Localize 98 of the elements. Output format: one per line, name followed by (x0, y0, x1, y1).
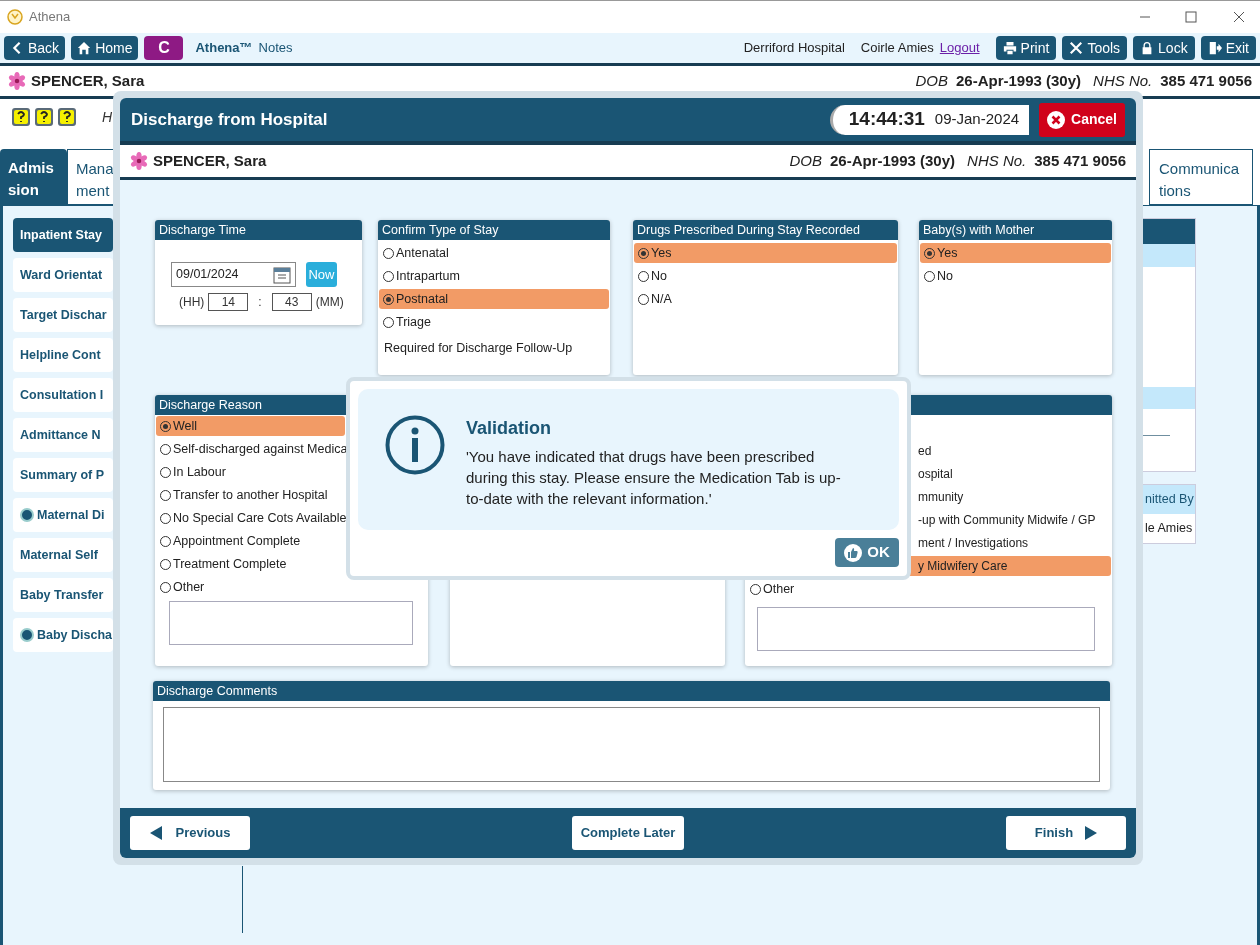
question-icon[interactable] (34, 107, 54, 127)
panel-header: Discharge Time (155, 220, 362, 240)
info-icon (385, 415, 445, 475)
nhs-label: NHS No. (1093, 70, 1153, 91)
radio-option[interactable]: N/A (634, 289, 897, 309)
radio-option[interactable]: Appointment Complete (156, 531, 345, 551)
dob-label: DOB (915, 70, 948, 91)
previous-button[interactable]: Previous (130, 816, 250, 850)
nhs-value: 385 471 9056 (1160, 70, 1252, 91)
sidebar-item[interactable]: Consultation I (13, 378, 113, 412)
popup-title: Validation (466, 417, 553, 440)
maximize-icon[interactable] (1185, 11, 1197, 23)
sidebar-item[interactable]: Baby Discha (13, 618, 113, 652)
radio-option[interactable]: Postnatal (379, 289, 609, 309)
radio-option[interactable]: Transfer to another Hospital (156, 485, 345, 505)
panel-header: Drugs Prescribed During Stay Recorded (633, 220, 898, 240)
comments-field[interactable] (163, 707, 1100, 782)
app-name: Athena™ (195, 39, 253, 58)
patient-name: SPENCER, Sara (31, 70, 145, 91)
sidebar-item[interactable]: Summary of P (13, 458, 113, 492)
radio-option[interactable]: In Labour (156, 462, 345, 482)
sidebar-item[interactable]: Helpline Cont (13, 338, 113, 372)
question-icon[interactable] (11, 107, 31, 127)
hours-field[interactable]: 14 (208, 293, 249, 311)
other-reason-field[interactable] (169, 601, 413, 645)
note-text: Required for Discharge Follow-Up (384, 340, 574, 357)
toolbar-button[interactable]: Print (995, 36, 1057, 60)
radio-option[interactable]: Other (156, 577, 345, 597)
sidebar-item[interactable]: Inpatient Stay (13, 218, 113, 252)
question-icon[interactable] (57, 107, 77, 127)
app-logo-icon (7, 9, 23, 25)
tab[interactable]: Admis sion (0, 149, 67, 205)
table-cell-text: le Amies (1144, 520, 1194, 537)
dob-value: 26-Apr-1993 (30y) (830, 150, 956, 171)
close-icon (1047, 110, 1066, 129)
clock-display: 14:44:31 09-Jan-2024 (829, 104, 1030, 135)
dob-label: DOB (789, 150, 822, 171)
alert-text: H (102, 108, 113, 127)
tab[interactable]: Communica tions (1149, 149, 1253, 205)
app-subtitle: Notes (258, 39, 293, 58)
toolbar-button[interactable]: Tools (1062, 36, 1128, 60)
close-icon[interactable] (1233, 11, 1245, 23)
flower-icon (130, 152, 148, 170)
radio-option[interactable]: Antenatal (379, 243, 609, 263)
thumbs-up-icon (844, 543, 863, 562)
other-follow-up-field[interactable] (757, 607, 1095, 651)
radio-option[interactable]: No (634, 266, 897, 286)
c-badge-button[interactable]: C (144, 36, 184, 60)
exit-icon (1207, 41, 1222, 55)
radio-option[interactable]: No Special Care Cots Available (156, 508, 345, 528)
minutes-field[interactable]: 43 (271, 293, 312, 311)
user-name: Coirle Amies (860, 39, 934, 58)
window-title: Athena (29, 8, 71, 27)
toolbar-button[interactable]: Exit (1200, 36, 1256, 60)
radio-option[interactable]: Well (156, 416, 345, 436)
calendar-icon[interactable] (273, 265, 291, 284)
sidebar-item[interactable]: Ward Orientat (13, 258, 113, 292)
nhs-label: NHS No. (967, 150, 1027, 171)
minutes-label: (MM) (315, 294, 344, 311)
nhs-value: 385 471 9056 (1034, 150, 1126, 171)
sidebar-item[interactable]: Baby Transfer (13, 578, 113, 612)
panel-header: Confirm Type of Stay (378, 220, 610, 240)
flower-icon (8, 72, 26, 90)
right-arrow-icon (1085, 826, 1098, 840)
left-arrow-icon (149, 826, 162, 840)
column-header: nitted By (1140, 485, 1195, 514)
radio-option[interactable]: Yes (634, 243, 897, 263)
complete-later-button[interactable]: Complete Later (571, 816, 685, 850)
logout-link[interactable]: Logout (939, 38, 980, 58)
radio-option[interactable]: Self-discharged against Medica (156, 439, 345, 459)
panel-header: Discharge Comments (153, 681, 1110, 701)
panel-header: Baby(s) with Mother (919, 220, 1112, 240)
sidebar-item[interactable]: Admittance N (13, 418, 113, 452)
dialog-title: Discharge from Hospital (131, 108, 328, 131)
sidebar-item[interactable]: Maternal Self (13, 538, 113, 572)
toolbar-button[interactable]: Lock (1133, 36, 1195, 60)
popup-message: 'You have indicated that drugs have been prescribed during this stay. Please ensure the Medication Tab is up-to-date with the relevant information.' (466, 447, 842, 509)
home-icon (77, 41, 92, 55)
finish-button[interactable]: Finish (1006, 816, 1126, 850)
hours-label: (HH) (179, 294, 205, 311)
patient-name: SPENCER, Sara (153, 150, 267, 171)
cancel-button[interactable]: Cancel (1039, 102, 1125, 137)
time-separator: : (258, 294, 262, 311)
date-field[interactable]: 09/01/2024 (171, 262, 296, 287)
ok-button[interactable]: OK (835, 538, 899, 567)
dob-value: 26-Apr-1993 (30y) (956, 70, 1082, 91)
radio-option[interactable]: Intrapartum (379, 266, 609, 286)
sidebar-item[interactable]: Target Dischar (13, 298, 113, 332)
radio-option[interactable]: Yes (920, 243, 1111, 263)
radio-option[interactable]: Other (746, 579, 1111, 599)
nav-button[interactable]: Home (71, 36, 139, 60)
sidebar-item[interactable]: Maternal Di (13, 498, 113, 532)
radio-option[interactable]: Triage (379, 312, 609, 332)
radio-option[interactable]: Treatment Complete (156, 554, 345, 574)
hospital-name: Derriford Hospital (743, 39, 845, 58)
nav-button[interactable]: Back (4, 36, 66, 60)
radio-option[interactable]: No (920, 266, 1111, 286)
printer-icon (1002, 41, 1017, 55)
